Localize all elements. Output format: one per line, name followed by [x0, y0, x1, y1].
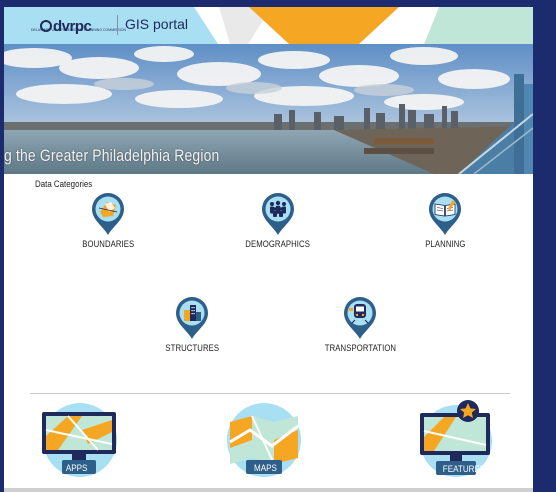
category-label: PLANNING: [424, 239, 466, 249]
banner-caption: g the Greater Philadelphia Region: [4, 146, 220, 165]
feature-maps[interactable]: MAPS: [222, 400, 306, 480]
section-divider: [30, 393, 510, 394]
feature-label: FEATURED: [442, 464, 486, 475]
feature-featured[interactable]: FEATURED: [414, 397, 498, 481]
category-label: TRANSPORTATION: [324, 343, 396, 353]
category-label: BOUNDARIES: [81, 239, 135, 249]
page-title: GIS portal: [125, 16, 189, 32]
site-header: dvrpc DELAWARE VALLEY REGIONAL PLANNING …: [4, 7, 533, 44]
category-label: STRUCTURES: [165, 343, 219, 353]
category-boundaries[interactable]: BOUNDARIES: [58, 190, 158, 249]
dvrpc-logo[interactable]: dvrpc: [40, 13, 92, 39]
category-label: DEMOGRAPHICS: [245, 239, 311, 249]
people-group-icon: [262, 193, 294, 235]
data-categories-heading: Data Categories: [35, 179, 93, 189]
feature-apps[interactable]: APPS: [38, 400, 122, 480]
hero-banner: g the Greater Philadelphia Region: [4, 44, 533, 174]
feature-label: MAPS: [254, 463, 277, 474]
feature-label: APPS: [65, 463, 88, 474]
train-icon: [344, 297, 376, 339]
category-demographics[interactable]: DEMOGRAPHICS: [228, 190, 328, 249]
portal-page: dvrpc DELAWARE VALLEY REGIONAL PLANNING …: [4, 7, 533, 492]
boundaries-map-icon: [92, 193, 124, 235]
buildings-icon: [176, 297, 208, 339]
category-transportation[interactable]: TRANSPORTATION: [310, 294, 410, 353]
category-structures[interactable]: STRUCTURES: [142, 294, 242, 353]
header-divider: [117, 15, 118, 35]
open-book-icon: [429, 193, 461, 235]
bottom-edge: [4, 488, 533, 492]
logo-subtext: DELAWARE VALLEY REGIONAL PLANNING COMMIS…: [31, 28, 126, 32]
category-planning[interactable]: PLANNING: [395, 190, 495, 249]
